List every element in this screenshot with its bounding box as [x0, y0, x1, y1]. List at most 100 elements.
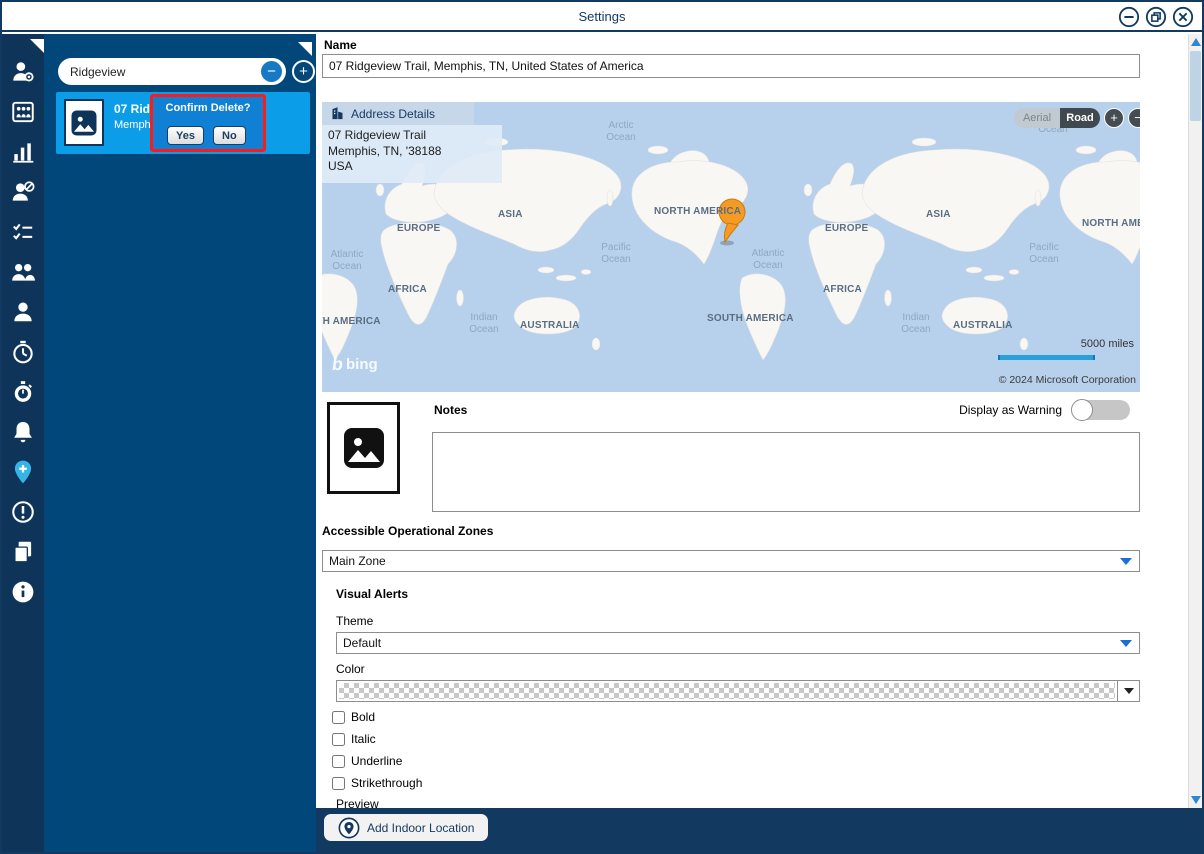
visual-alerts-label: Visual Alerts: [336, 587, 409, 601]
sidebar-item-user-disabled[interactable]: [9, 178, 37, 206]
map-zoom-in-button[interactable]: +: [1104, 108, 1124, 128]
bottom-bar: Add Indoor Location: [316, 808, 1202, 852]
italic-checkbox-row: Italic: [332, 732, 376, 746]
restore-icon: [1145, 6, 1167, 28]
scroll-down-arrow-icon[interactable]: [1191, 796, 1201, 804]
scroll-up-arrow-icon[interactable]: [1191, 38, 1201, 46]
building-icon: [332, 107, 343, 120]
address-details-box: 07 Ridgeview Trail Memphis, TN, '38188 U…: [322, 125, 502, 183]
location-image-placeholder[interactable]: [327, 402, 400, 494]
add-location-button[interactable]: +: [292, 60, 315, 83]
confirm-delete-popup: Confirm Delete? Yes No: [150, 94, 266, 152]
address-line-1: 07 Ridgeview Trail: [328, 128, 427, 142]
add-indoor-location-label: Add Indoor Location: [367, 820, 475, 835]
sidebar-item-timer[interactable]: [9, 338, 37, 366]
chevron-down-icon: [1123, 688, 1134, 694]
bing-b-icon: b: [330, 354, 345, 374]
underline-checkbox-row: Underline: [332, 754, 402, 768]
user-gear-icon: [13, 62, 34, 82]
theme-select[interactable]: Default: [336, 632, 1140, 654]
user-icon: [14, 302, 32, 322]
restore-button[interactable]: [1145, 6, 1167, 28]
search-input[interactable]: [70, 64, 261, 79]
strikethrough-checkbox-row: Strikethrough: [332, 776, 422, 790]
sidebar-item-roster[interactable]: [9, 98, 37, 126]
underline-checkbox[interactable]: [332, 754, 345, 768]
location-thumbnail: [64, 99, 104, 146]
display-warning-label: Display as Warning: [959, 403, 1062, 417]
remove-location-button[interactable]: −: [261, 61, 282, 82]
close-button[interactable]: [1172, 6, 1194, 28]
settings-window: Settings Ridgeview − + 07 Memphis, Confi…: [0, 0, 1204, 854]
timer-icon: [13, 340, 33, 364]
image-placeholder-icon: [71, 110, 97, 135]
display-warning-toggle[interactable]: [1071, 399, 1130, 421]
sidebar-item-groups[interactable]: [9, 258, 37, 286]
locations-list-panel: − + 07 Ridgeview Trail Memphis, TN, '381…: [44, 34, 316, 852]
sidebar-item-stopwatch[interactable]: [9, 378, 37, 406]
map-road-button[interactable]: Road: [1060, 108, 1100, 128]
map-scale-bar: [998, 355, 1095, 360]
underline-checkbox-label: Underline: [351, 754, 403, 768]
roster-grid-icon: [12, 101, 34, 123]
user-blocked-icon: [12, 181, 35, 201]
sidebar-item-statistics[interactable]: [9, 138, 37, 166]
bold-checkbox[interactable]: [332, 710, 345, 724]
window-title: Settings: [578, 9, 626, 24]
chevron-down-icon: [1120, 640, 1132, 647]
bold-checkbox-label: Bold: [351, 710, 376, 724]
vertical-scrollbar[interactable]: [1188, 34, 1202, 808]
name-label: Name: [324, 38, 357, 52]
bold-checkbox-row: Bold: [332, 710, 375, 724]
confirm-no-button[interactable]: No: [213, 126, 246, 145]
notes-textarea[interactable]: [432, 432, 1140, 512]
confirm-yes-button[interactable]: Yes: [167, 126, 204, 145]
sidebar-item-documents[interactable]: [9, 538, 37, 566]
sidebar-item-tasks[interactable]: [9, 218, 37, 246]
minimize-button[interactable]: [1118, 6, 1140, 28]
zones-select-value: Main Zone: [329, 554, 386, 568]
address-details-label: Address Details: [351, 106, 436, 121]
chevron-down-icon: [1120, 558, 1132, 565]
theme-label: Theme: [336, 614, 374, 628]
strikethrough-checkbox-label: Strikethrough: [351, 776, 423, 790]
sidebar-item-user-settings[interactable]: [9, 58, 37, 86]
color-select[interactable]: [336, 680, 1140, 702]
toggle-knob: [1071, 399, 1093, 421]
sidebar-item-warnings[interactable]: [9, 498, 37, 526]
address-line-3: USA: [328, 159, 353, 174]
window-controls: [1118, 6, 1194, 28]
checklist-icon: [13, 223, 33, 240]
sidebar-item-about[interactable]: [9, 578, 37, 606]
close-icon: [1172, 6, 1194, 28]
notes-label: Notes: [434, 403, 468, 417]
sidebar-item-alerts[interactable]: [9, 418, 37, 446]
titlebar: Settings: [2, 2, 1202, 32]
map-aerial-button[interactable]: Aerial: [1014, 108, 1060, 128]
italic-checkbox-label: Italic: [351, 732, 376, 746]
strikethrough-checkbox[interactable]: [332, 776, 345, 790]
bar-chart-icon: [13, 143, 34, 163]
italic-checkbox[interactable]: [332, 732, 345, 746]
sidebar: [2, 34, 44, 852]
map-attribution: © 2024 Microsoft Corporation: [998, 374, 1136, 386]
color-label: Color: [336, 662, 365, 676]
settings-content: Name 07 Ridgeview Trail, Memphis, TN, Un…: [316, 34, 1202, 852]
name-input[interactable]: [322, 54, 1140, 78]
scrollbar-thumb[interactable]: [1190, 51, 1201, 121]
map-scale-label: 5000 miles: [1080, 338, 1134, 350]
sidebar-item-profile[interactable]: [9, 298, 37, 326]
address-details-button[interactable]: Address Details: [322, 102, 474, 125]
indoor-location-pin-icon: [338, 817, 360, 838]
color-select-arrow-button[interactable]: [1117, 681, 1139, 701]
sidebar-item-locations[interactable]: [9, 458, 37, 486]
add-indoor-location-button[interactable]: Add Indoor Location: [322, 812, 491, 843]
map-canvas[interactable]: Arctic Ocean Arctic Ocean NORTH AMERICA …: [322, 102, 1140, 392]
alert-circle-icon: [12, 501, 34, 523]
zones-select[interactable]: Main Zone: [322, 550, 1140, 572]
documents-icon: [14, 541, 32, 563]
bing-logo: b bing: [330, 354, 378, 374]
zones-label: Accessible Operational Zones: [322, 524, 494, 538]
minimize-icon: [1118, 6, 1140, 28]
bell-icon: [14, 422, 32, 443]
